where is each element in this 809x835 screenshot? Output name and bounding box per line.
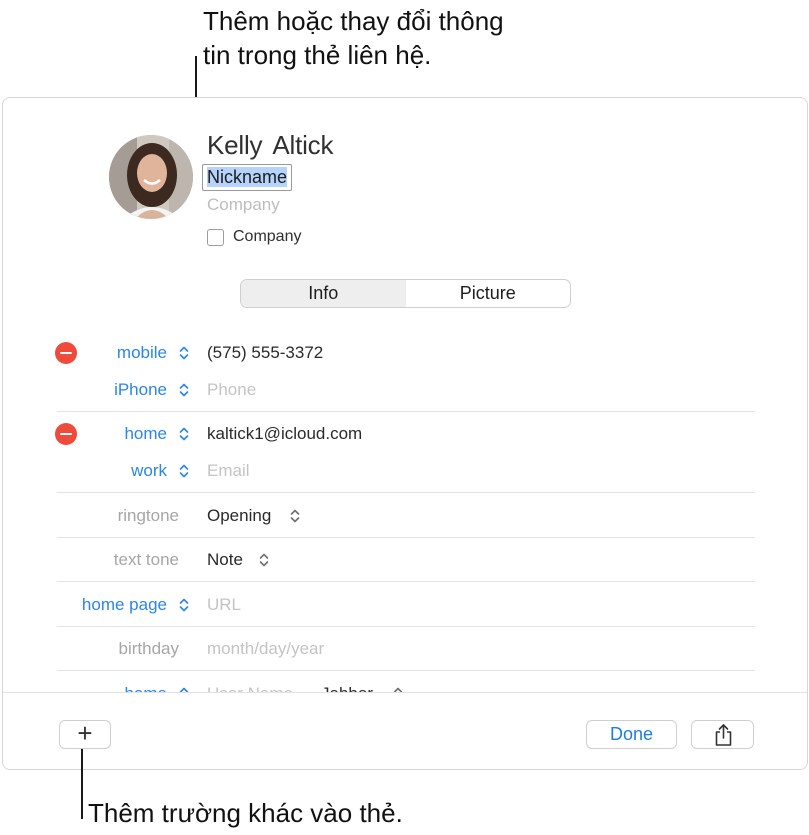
phone-label-iphone-chevron-icon[interactable] bbox=[179, 382, 189, 398]
company-checkbox-row[interactable]: Company bbox=[207, 228, 301, 246]
ringtone-chevron-icon[interactable] bbox=[290, 508, 300, 524]
divider bbox=[57, 670, 755, 671]
phone-value-mobile[interactable]: (575) 555-3372 bbox=[207, 342, 323, 364]
phone-label-mobile[interactable]: mobile bbox=[117, 342, 167, 364]
homepage-chevron-icon[interactable] bbox=[179, 597, 189, 613]
tab-picture[interactable]: Picture bbox=[406, 280, 571, 307]
company-checkbox-label: Company bbox=[233, 228, 302, 245]
birthday-field[interactable]: month/day/year bbox=[207, 638, 324, 660]
phone-label-iphone[interactable]: iPhone bbox=[114, 379, 167, 401]
divider bbox=[57, 626, 755, 627]
email-label-work[interactable]: work bbox=[131, 460, 167, 482]
email-field-work[interactable]: Email bbox=[207, 460, 250, 482]
nickname-field[interactable]: Nickname bbox=[202, 164, 293, 191]
homepage-label[interactable]: home page bbox=[82, 594, 167, 616]
first-name[interactable]: Kelly bbox=[207, 130, 263, 160]
last-name[interactable]: Altick bbox=[272, 130, 333, 160]
callout-top-line-2: tin trong thẻ liên hệ. bbox=[203, 40, 432, 70]
divider bbox=[57, 581, 755, 582]
callout-top-line-1: Thêm hoặc thay đổi thông bbox=[203, 6, 504, 36]
callout-bottom-pointer bbox=[81, 749, 83, 819]
email-label-home-chevron-icon[interactable] bbox=[179, 426, 189, 442]
phone-field-iphone[interactable]: Phone bbox=[207, 379, 256, 401]
birthday-label: birthday bbox=[118, 639, 179, 658]
share-button[interactable] bbox=[691, 720, 754, 749]
callout-bottom: Thêm trường khác vào thẻ. bbox=[88, 798, 403, 828]
contact-avatar[interactable] bbox=[109, 135, 193, 219]
contact-name[interactable]: Kelly Altick bbox=[207, 130, 333, 161]
add-field-button[interactable]: + bbox=[59, 720, 111, 749]
share-icon bbox=[715, 724, 732, 746]
divider bbox=[57, 492, 755, 493]
homepage-url-field[interactable]: URL bbox=[207, 594, 241, 616]
text-tone-chevron-icon[interactable] bbox=[259, 552, 269, 568]
tab-info[interactable]: Info bbox=[241, 280, 406, 307]
bottom-toolbar-divider bbox=[3, 692, 807, 769]
company-field[interactable]: Company bbox=[207, 195, 280, 215]
email-value-home[interactable]: kaltick1@icloud.com bbox=[207, 423, 362, 445]
ringtone-popup[interactable]: Opening bbox=[207, 505, 271, 527]
ringtone-label: ringtone bbox=[117, 506, 179, 525]
delete-email-icon[interactable] bbox=[55, 423, 77, 445]
phone-label-mobile-chevron-icon[interactable] bbox=[179, 345, 189, 361]
email-label-home[interactable]: home bbox=[124, 423, 167, 445]
text-tone-popup[interactable]: Note bbox=[207, 549, 243, 571]
company-checkbox[interactable] bbox=[207, 228, 224, 246]
delete-phone-icon[interactable] bbox=[55, 342, 77, 364]
email-label-work-chevron-icon[interactable] bbox=[179, 463, 189, 479]
callout-top: Thêm hoặc thay đổi thông tin trong thẻ l… bbox=[203, 4, 563, 72]
divider bbox=[57, 537, 755, 538]
info-picture-segmented-control: Info Picture bbox=[240, 279, 571, 308]
nickname-selected-text: Nickname bbox=[207, 167, 288, 187]
divider bbox=[57, 411, 755, 412]
contact-card-window: Kelly Altick Nickname Company Company Inf… bbox=[2, 97, 808, 770]
text-tone-label: text tone bbox=[113, 550, 179, 569]
done-button[interactable]: Done bbox=[586, 720, 677, 749]
